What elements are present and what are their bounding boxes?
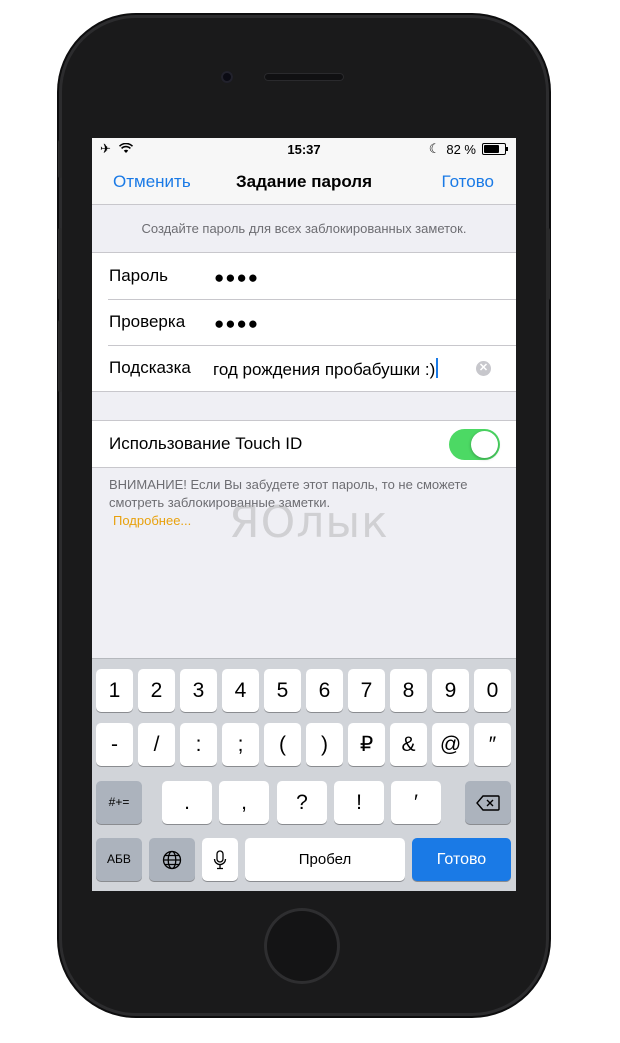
verify-label: Проверка <box>109 312 186 331</box>
key-colon[interactable]: : <box>180 723 217 766</box>
password-form: Пароль ●●●● Проверка ●●●● Подсказка год … <box>92 252 516 392</box>
backspace-icon <box>476 795 500 812</box>
key-8[interactable]: 8 <box>390 669 427 712</box>
touch-id-row: Использование Touch ID <box>92 421 516 467</box>
volume-down-button <box>58 320 62 392</box>
key-7[interactable]: 7 <box>348 669 385 712</box>
key-question[interactable]: ? <box>277 781 327 824</box>
key-comma[interactable]: , <box>219 781 269 824</box>
key-hyphen[interactable]: - <box>96 723 133 766</box>
key-slash[interactable]: / <box>138 723 175 766</box>
battery-percent: 82 % <box>446 141 476 157</box>
globe-icon <box>162 851 182 870</box>
clear-icon[interactable]: ✕ <box>476 361 491 376</box>
key-double-prime[interactable]: ″ <box>474 723 511 766</box>
mute-switch <box>58 140 62 178</box>
dictation-key[interactable] <box>202 838 238 881</box>
key-4[interactable]: 4 <box>222 669 259 712</box>
key-1[interactable]: 1 <box>96 669 133 712</box>
key-semicolon[interactable]: ; <box>222 723 259 766</box>
touch-id-label: Использование Touch ID <box>109 434 303 453</box>
watermark: ЯОлык <box>229 497 389 548</box>
hint-text: Создайте пароль для всех заблокированных… <box>141 221 467 236</box>
front-camera <box>221 71 233 83</box>
key-at[interactable]: @ <box>432 723 469 766</box>
hint-field[interactable]: год рождения пробабушки :) <box>213 358 439 380</box>
verify-field[interactable]: ●●●● <box>214 314 259 334</box>
key-3[interactable]: 3 <box>180 669 217 712</box>
nav-bar: Отменить Задание пароля Готово <box>92 160 516 205</box>
hint-field-text: год рождения пробабушки :) <box>213 360 436 379</box>
key-exclamation[interactable]: ! <box>334 781 384 824</box>
touch-id-section: Использование Touch ID <box>92 420 516 468</box>
volume-up-button <box>58 228 62 300</box>
done-button[interactable]: Готово <box>442 172 495 192</box>
home-button[interactable] <box>264 908 340 984</box>
key-prime[interactable]: ′ <box>391 781 441 824</box>
text-cursor <box>436 358 439 378</box>
key-ampersand[interactable]: & <box>390 723 427 766</box>
alphabet-key[interactable]: АБВ <box>96 838 142 881</box>
microphone-icon <box>213 850 227 870</box>
globe-key[interactable] <box>149 838 195 881</box>
moon-icon: ☾ <box>428 141 441 156</box>
password-row: Пароль ●●●● <box>92 253 516 299</box>
key-0[interactable]: 0 <box>474 669 511 712</box>
key-paren-open[interactable]: ( <box>264 723 301 766</box>
battery-icon <box>482 143 508 155</box>
key-ruble[interactable]: ₽ <box>348 723 385 766</box>
touch-id-toggle[interactable] <box>449 429 500 460</box>
verify-row: Проверка ●●●● <box>92 299 516 345</box>
hint-label: Подсказка <box>109 358 191 377</box>
toggle-knob <box>471 431 498 458</box>
key-paren-close[interactable]: ) <box>306 723 343 766</box>
key-period[interactable]: . <box>162 781 212 824</box>
password-label: Пароль <box>109 266 168 285</box>
symbols-key[interactable]: #+= <box>96 781 142 824</box>
key-2[interactable]: 2 <box>138 669 175 712</box>
battery-level <box>484 145 499 153</box>
keyboard: 1 2 3 4 5 6 7 8 9 0 - / : ; ( ) ₽ & @ ″ … <box>92 658 516 891</box>
hint-row: Подсказка год рождения пробабушки :) ✕ <box>92 345 516 391</box>
key-5[interactable]: 5 <box>264 669 301 712</box>
key-6[interactable]: 6 <box>306 669 343 712</box>
key-9[interactable]: 9 <box>432 669 469 712</box>
earpiece-speaker <box>264 73 344 81</box>
return-key[interactable]: Готово <box>412 838 511 881</box>
space-key[interactable]: Пробел <box>245 838 405 881</box>
backspace-key[interactable] <box>465 781 511 824</box>
status-bar: ✈ 15:37 ☾ 82 % <box>92 138 516 160</box>
password-field[interactable]: ●●●● <box>214 268 259 288</box>
power-button <box>546 228 550 300</box>
